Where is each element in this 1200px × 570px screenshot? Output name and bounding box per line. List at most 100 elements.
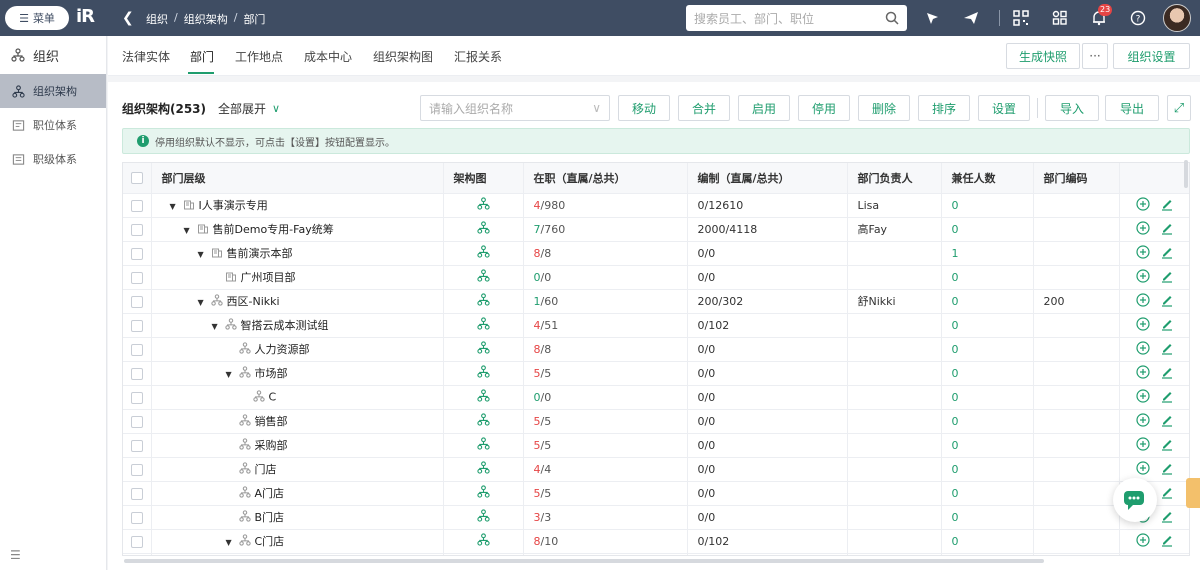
add-subdept-icon[interactable] [1136,316,1150,334]
org-chart-icon[interactable] [476,437,490,453]
concurrent-cell[interactable]: 0 [941,337,1034,362]
sort-button[interactable]: 排序 [918,95,970,121]
export-button[interactable]: 导出 [1105,95,1159,121]
org-settings-button[interactable]: 组织设置 [1113,43,1190,69]
dept-name[interactable]: 售前演示本部 [227,247,293,260]
table-row[interactable]: ▼ 售前Demo专用-Fay统筹 7/760 2000/4118 高Fay 0 [123,217,1189,242]
table-row[interactable]: ▼ 市场部 5/5 0/0 0 [123,361,1189,386]
edit-icon[interactable] [1160,365,1174,382]
global-search-input[interactable]: 搜索员工、部门、职位 [686,5,907,31]
edit-icon[interactable] [1160,269,1174,286]
sidebar-item-rank-system[interactable]: 职级体系 [0,142,106,176]
add-subdept-icon[interactable] [1136,436,1150,454]
expand-caret-icon[interactable]: ▼ [226,538,236,547]
app-logo[interactable]: iR [76,6,104,30]
concurrent-cell[interactable]: 0 [941,433,1034,458]
settings-button[interactable]: 设置 [978,95,1030,121]
edit-icon[interactable] [1160,341,1174,358]
org-chart-icon[interactable] [476,293,490,309]
expand-caret-icon[interactable]: ▼ [184,226,194,235]
dept-name[interactable]: A门店 [255,487,285,500]
table-row[interactable]: 人力资源部 8/8 0/0 0 [123,337,1189,362]
table-row[interactable]: ▼ 西区-Nikki 1/60 200/302 舒Nikki 0 200 [123,289,1189,314]
active-direct[interactable]: 8 [534,535,541,548]
table-row[interactable]: 纽宾分公司 2/10/0 0 [123,553,1189,555]
active-direct[interactable]: 5 [534,439,541,452]
dept-name[interactable]: 售前Demo专用-Fay统筹 [213,223,334,236]
org-chart-icon[interactable] [476,341,490,357]
generate-snapshot-button[interactable]: 生成快照 [1006,43,1080,69]
sidebar-item-org-structure[interactable]: 组织架构 [0,74,106,108]
expand-caret-icon[interactable]: ▼ [198,298,208,307]
add-subdept-icon[interactable] [1136,244,1150,262]
add-subdept-icon[interactable] [1136,364,1150,382]
breadcrumb-item-structure[interactable]: 组织架构 [184,11,228,27]
collapse-sidebar-icon[interactable]: ☰ [10,548,21,562]
expand-caret-icon[interactable]: ▼ [226,370,236,379]
org-chart-icon[interactable] [476,485,490,501]
row-checkbox[interactable] [130,463,143,476]
concurrent-cell[interactable]: 0 [941,481,1034,506]
send-icon[interactable] [962,9,980,27]
active-direct[interactable]: 4 [534,199,541,212]
tab-department[interactable]: 部门 [190,48,214,65]
edit-icon[interactable] [1160,485,1174,502]
edit-icon[interactable] [1160,461,1174,478]
edit-icon[interactable] [1160,509,1174,526]
active-direct[interactable]: 0 [534,271,541,284]
horizontal-scroll-thumb[interactable] [124,559,1044,563]
help-icon[interactable]: ? [1129,9,1147,27]
org-chart-icon[interactable] [476,413,490,429]
add-subdept-icon[interactable] [1136,196,1150,214]
dept-name[interactable]: C门店 [255,535,285,548]
org-chart-icon[interactable] [476,221,490,237]
dept-name[interactable]: B门店 [255,511,285,524]
menu-button[interactable]: ☰ 菜单 [5,6,69,30]
row-checkbox[interactable] [130,535,143,548]
active-direct[interactable]: 5 [534,367,541,380]
row-checkbox[interactable] [130,367,143,380]
row-checkbox[interactable] [130,391,143,404]
active-direct[interactable]: 7 [534,223,541,236]
concurrent-cell[interactable]: 0 [941,553,1034,555]
org-chart-icon[interactable] [476,197,490,213]
active-direct[interactable]: 4 [534,319,541,332]
concurrent-cell[interactable]: 0 [941,409,1034,434]
active-direct[interactable]: 4 [534,463,541,476]
more-options-button[interactable]: ··· [1082,43,1108,69]
move-button[interactable]: 移动 [618,95,670,121]
org-chart-icon[interactable] [476,245,490,261]
table-row[interactable]: B门店 3/3 0/0 0 [123,505,1189,530]
table-row[interactable]: ▼ 智搭云成本测试组 4/51 0/102 0 [123,313,1189,338]
org-chart-icon[interactable] [476,365,490,381]
expand-all-dropdown[interactable]: 全部展开 ∨ [218,100,280,117]
concurrent-cell[interactable]: 0 [941,505,1034,530]
edit-icon[interactable] [1160,293,1174,310]
concurrent-cell[interactable]: 1 [941,241,1034,266]
active-direct[interactable]: 3 [534,511,541,524]
add-subdept-icon[interactable] [1136,220,1150,238]
merge-button[interactable]: 合并 [678,95,730,121]
concurrent-cell[interactable]: 0 [941,313,1034,338]
org-chart-icon[interactable] [476,317,490,333]
edit-icon[interactable] [1160,317,1174,334]
active-direct[interactable]: 8 [534,247,541,260]
table-row[interactable]: A门店 5/5 0/0 0 [123,481,1189,506]
edit-icon[interactable] [1160,413,1174,430]
expand-caret-icon[interactable]: ▼ [170,202,180,211]
active-direct[interactable]: 5 [534,415,541,428]
table-row[interactable]: ▼ C门店 8/10 0/102 0 [123,529,1189,554]
table-row[interactable]: ▼ 售前演示本部 8/8 0/0 1 [123,241,1189,266]
row-checkbox[interactable] [130,319,143,332]
sidebar-item-position-system[interactable]: 职位体系 [0,108,106,142]
tab-work-location[interactable]: 工作地点 [235,48,283,65]
enable-button[interactable]: 启用 [738,95,790,121]
breadcrumb-item-org[interactable]: 组织 [146,11,168,27]
horizontal-scrollbar[interactable] [122,559,1190,565]
select-all-checkbox[interactable] [130,172,143,185]
row-checkbox[interactable] [130,199,143,212]
concurrent-cell[interactable]: 0 [941,361,1034,386]
org-name-search-input[interactable]: 请输入组织名称 ∨ [420,95,610,121]
dept-name[interactable]: C [269,390,277,403]
row-checkbox[interactable] [130,271,143,284]
